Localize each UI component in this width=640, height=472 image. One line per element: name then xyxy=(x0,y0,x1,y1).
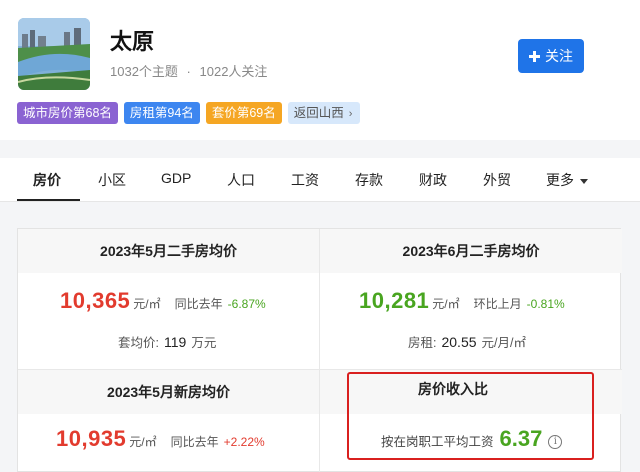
extra-value: 119 xyxy=(163,334,187,350)
tab-gdp[interactable]: GDP xyxy=(161,170,191,186)
secondhand-june-price-row: 10,281 元/㎡ 环比上月 -0.81% xyxy=(359,288,565,314)
city-header: 太原 1032个主题 · 1022人关注 关注 城市房价第68名 房租第94名 … xyxy=(0,0,640,140)
secondhand-june-cmp-value: -0.81% xyxy=(526,297,565,311)
tab-population[interactable]: 人口 xyxy=(227,170,255,190)
extra-label: 房租: xyxy=(408,336,437,350)
new-may-price: 10,935 xyxy=(56,426,127,451)
extra-unit: 元/月/㎡ xyxy=(481,336,526,350)
secondhand-may-price-row: 10,365 元/㎡ 同比去年 -6.87% xyxy=(60,288,266,314)
tab-salary[interactable]: 工资 xyxy=(291,170,319,190)
secondhand-may-price: 10,365 xyxy=(60,288,131,313)
plus-icon xyxy=(529,50,540,62)
back-to-province-link[interactable]: 返回山西 › xyxy=(287,102,361,124)
tab-foreign-trade[interactable]: 外贸 xyxy=(483,170,511,190)
category-tabs: 房价 小区 GDP 人口 工资 存款 财政 外贸 更多 xyxy=(0,158,640,202)
tab-finance[interactable]: 财政 xyxy=(419,170,447,190)
new-may-cmp-label: 同比去年 xyxy=(170,435,219,449)
city-thumbnail[interactable] xyxy=(18,18,90,90)
extra-label: 套均价: xyxy=(118,336,159,350)
column-divider xyxy=(319,229,320,472)
city-name: 太原 xyxy=(110,29,155,54)
caret-down-icon xyxy=(580,178,588,184)
tab-deposits[interactable]: 存款 xyxy=(355,170,383,190)
active-tab-indicator xyxy=(17,199,80,201)
card-title-new-may: 2023年5月新房均价 xyxy=(18,370,319,414)
ratio-highlight-box xyxy=(347,372,594,460)
extra-value: 20.55 xyxy=(441,334,477,350)
secondhand-may-extra: 套均价: 119 万元 xyxy=(118,332,216,351)
tab-more-label: 更多 xyxy=(546,172,574,188)
secondhand-june-cmp-label: 环比上月 xyxy=(473,297,522,311)
new-may-unit: 元/㎡ xyxy=(129,435,157,449)
city-meta: 1032个主题 · 1022人关注 xyxy=(110,61,267,80)
chevron-right-icon: › xyxy=(348,108,353,120)
follow-label: 关注 xyxy=(545,48,573,64)
secondhand-may-cmp-value: -6.87% xyxy=(227,297,266,311)
card-title-secondhand-may: 2023年5月二手房均价 xyxy=(18,229,319,273)
secondhand-june-extra: 房租: 20.55 元/月/㎡ xyxy=(408,332,526,351)
tag-rent-rank[interactable]: 房租第94名 xyxy=(123,102,200,124)
secondhand-may-unit: 元/㎡ xyxy=(133,297,161,311)
secondhand-june-price: 10,281 xyxy=(359,288,430,313)
follow-button[interactable]: 关注 xyxy=(518,39,584,73)
new-may-price-row: 10,935 元/㎡ 同比去年 +2.22% xyxy=(56,426,265,452)
rank-tags: 城市房价第68名 房租第94名 套价第69名 返回山西 › xyxy=(17,102,361,124)
tab-more[interactable]: 更多 xyxy=(546,170,588,190)
card-title-secondhand-june: 2023年6月二手房均价 xyxy=(320,229,622,273)
back-to-province-label: 返回山西 xyxy=(293,106,344,120)
tag-unit-price-rank[interactable]: 套价第69名 xyxy=(205,102,282,124)
tag-house-price-rank[interactable]: 城市房价第68名 xyxy=(17,102,118,124)
topic-count[interactable]: 1032个主题 xyxy=(110,61,178,80)
tab-house-price[interactable]: 房价 xyxy=(33,170,61,190)
extra-unit: 万元 xyxy=(191,336,217,350)
secondhand-may-cmp-label: 同比去年 xyxy=(174,297,223,311)
follower-count[interactable]: 1022人关注 xyxy=(200,61,268,80)
tab-community[interactable]: 小区 xyxy=(98,170,126,190)
new-may-cmp-value: +2.22% xyxy=(223,435,265,449)
secondhand-june-unit: 元/㎡ xyxy=(432,297,460,311)
